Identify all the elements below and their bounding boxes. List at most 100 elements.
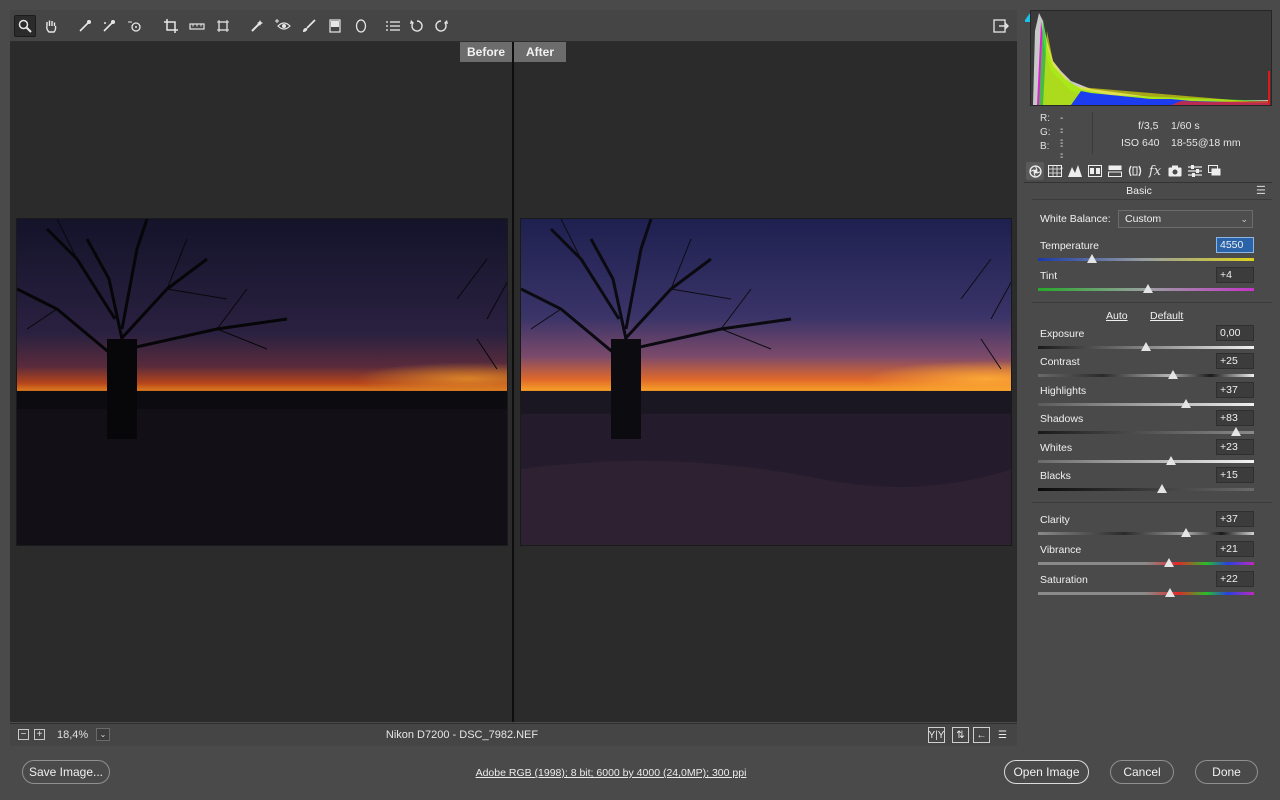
g-label: G: — [1040, 127, 1051, 138]
default-link[interactable]: Default — [1150, 310, 1183, 322]
highlights-field[interactable]: +37 — [1216, 382, 1254, 398]
cancel-button[interactable]: Cancel — [1110, 760, 1174, 784]
vibrance-label: Vibrance — [1040, 544, 1082, 556]
temperature-field[interactable]: 4550 — [1216, 237, 1254, 253]
lens-corrections-tab-icon[interactable] — [1126, 162, 1144, 180]
lens: 18-55@18 mm — [1171, 137, 1241, 149]
panel-menu-icon[interactable]: ☰ — [1256, 184, 1266, 197]
r-label: R: — [1040, 113, 1050, 124]
crop-tool-icon[interactable] — [160, 15, 182, 37]
copy-settings-button[interactable]: ← — [973, 727, 990, 743]
aperture: f/3,5 — [1138, 120, 1159, 132]
tone-curve-tab-icon[interactable] — [1046, 162, 1064, 180]
blacks-thumb[interactable] — [1157, 484, 1168, 493]
temperature-thumb[interactable] — [1087, 254, 1097, 263]
blacks-label: Blacks — [1040, 470, 1071, 482]
detail-tab-icon[interactable] — [1066, 162, 1084, 180]
highlights-label: Highlights — [1040, 385, 1087, 397]
after-label: After — [514, 42, 566, 62]
before-after-divider — [512, 42, 514, 722]
contrast-label: Contrast — [1040, 356, 1080, 368]
shadows-label: Shadows — [1040, 413, 1084, 425]
shadows-field[interactable]: +83 — [1216, 410, 1254, 426]
camera-info: R: --- G: --- B: --- f/3,5 1/60 s ISO 640 1… — [1030, 110, 1272, 174]
white-balance-select[interactable]: Custom ⌄ — [1118, 210, 1253, 228]
vibrance-field[interactable]: +21 — [1216, 541, 1254, 557]
preview-area[interactable]: Before After — [10, 42, 1017, 722]
open-image-button[interactable]: Open Image — [1004, 760, 1089, 784]
white-balance-tool-icon[interactable] — [74, 15, 96, 37]
red-eye-tool-icon[interactable] — [272, 15, 294, 37]
blacks-slider[interactable]: Blacks +15 — [1038, 467, 1254, 500]
shutter-speed: 1/60 s — [1171, 120, 1200, 132]
highlights-thumb[interactable] — [1180, 399, 1191, 408]
chevron-down-icon: ⌄ — [1240, 214, 1248, 224]
exposure-field[interactable]: 0,00 — [1216, 325, 1254, 341]
swap-before-after-button[interactable]: ⇅ — [952, 727, 969, 743]
transform-tool-icon[interactable] — [212, 15, 234, 37]
rotate-left-icon[interactable] — [406, 15, 428, 37]
temperature-label: Temperature — [1040, 240, 1099, 252]
effects-tab-icon[interactable]: fx — [1146, 162, 1164, 180]
before-label: Before — [460, 42, 512, 62]
saturation-field[interactable]: +22 — [1216, 571, 1254, 587]
done-button[interactable]: Done — [1195, 760, 1258, 784]
preferences-icon[interactable] — [382, 15, 404, 37]
preview-status-bar: − + 18,4% ⌄ Nikon D7200 - DSC_7982.NEF Y… — [10, 723, 1017, 746]
temperature-slider[interactable]: Temperature 4550 — [1038, 237, 1254, 270]
file-info: Nikon D7200 - DSC_7982.NEF — [385, 729, 539, 741]
tint-slider[interactable]: Tint +4 — [1038, 267, 1254, 300]
clarity-slider[interactable]: Clarity +37 — [1038, 511, 1254, 544]
right-panel: R: --- G: --- B: --- f/3,5 1/60 s ISO 640 1… — [1022, 0, 1280, 748]
saturation-label: Saturation — [1040, 574, 1088, 586]
radial-filter-icon[interactable] — [350, 15, 372, 37]
whites-field[interactable]: +23 — [1216, 439, 1254, 455]
toggle-settings-button[interactable]: ☰ — [994, 727, 1011, 743]
rotate-right-icon[interactable] — [430, 15, 452, 37]
tint-label: Tint — [1040, 270, 1058, 282]
basic-tab-icon[interactable] — [1026, 162, 1044, 180]
toolbar — [10, 10, 1017, 42]
graduated-filter-icon[interactable] — [324, 15, 346, 37]
spot-removal-tool-icon[interactable] — [246, 15, 268, 37]
zoom-tool-icon[interactable] — [14, 15, 36, 37]
whites-thumb[interactable] — [1165, 456, 1176, 465]
hand-tool-icon[interactable] — [40, 15, 62, 37]
exposure-thumb[interactable] — [1141, 342, 1151, 351]
iso: ISO 640 — [1121, 137, 1160, 149]
before-photo — [16, 218, 508, 546]
hsl-tab-icon[interactable] — [1086, 162, 1104, 180]
clarity-thumb[interactable] — [1180, 528, 1191, 537]
white-balance-value: Custom — [1125, 213, 1162, 225]
contrast-thumb[interactable] — [1168, 370, 1178, 379]
tint-field[interactable]: +4 — [1216, 267, 1254, 283]
camera-calibration-tab-icon[interactable] — [1166, 162, 1184, 180]
exposure-label: Exposure — [1040, 328, 1085, 340]
before-after-view-button[interactable]: Y|Y — [928, 727, 945, 743]
auto-link[interactable]: Auto — [1106, 310, 1128, 322]
contrast-field[interactable]: +25 — [1216, 353, 1254, 369]
vibrance-thumb[interactable] — [1163, 558, 1174, 567]
vibrance-slider[interactable]: Vibrance +21 — [1038, 541, 1254, 574]
whites-label: Whites — [1040, 442, 1073, 454]
shadows-thumb[interactable] — [1230, 427, 1241, 436]
panel-title: Basic — [1126, 185, 1152, 197]
saturation-thumb[interactable] — [1164, 588, 1175, 597]
presets-tab-icon[interactable] — [1186, 162, 1204, 180]
straighten-tool-icon[interactable] — [186, 15, 208, 37]
panel-tabs: fx — [1024, 160, 1272, 183]
saturation-slider[interactable]: Saturation +22 — [1038, 571, 1254, 604]
split-toning-tab-icon[interactable] — [1106, 162, 1124, 180]
snapshots-tab-icon[interactable] — [1206, 162, 1224, 180]
b-label: B: — [1040, 141, 1050, 152]
white-balance-label: White Balance: — [1040, 213, 1111, 225]
blacks-field[interactable]: +15 — [1216, 467, 1254, 483]
adjustment-brush-icon[interactable] — [298, 15, 320, 37]
clarity-field[interactable]: +37 — [1216, 511, 1254, 527]
color-sampler-tool-icon[interactable] — [98, 15, 120, 37]
fullscreen-toggle-icon[interactable] — [990, 15, 1012, 37]
clarity-label: Clarity — [1040, 514, 1070, 526]
tint-thumb[interactable] — [1143, 284, 1154, 293]
bottom-bar: Save Image... Adobe RGB (1998); 8 bit; 6… — [0, 748, 1280, 800]
targeted-adjustment-tool-icon[interactable] — [124, 15, 146, 37]
